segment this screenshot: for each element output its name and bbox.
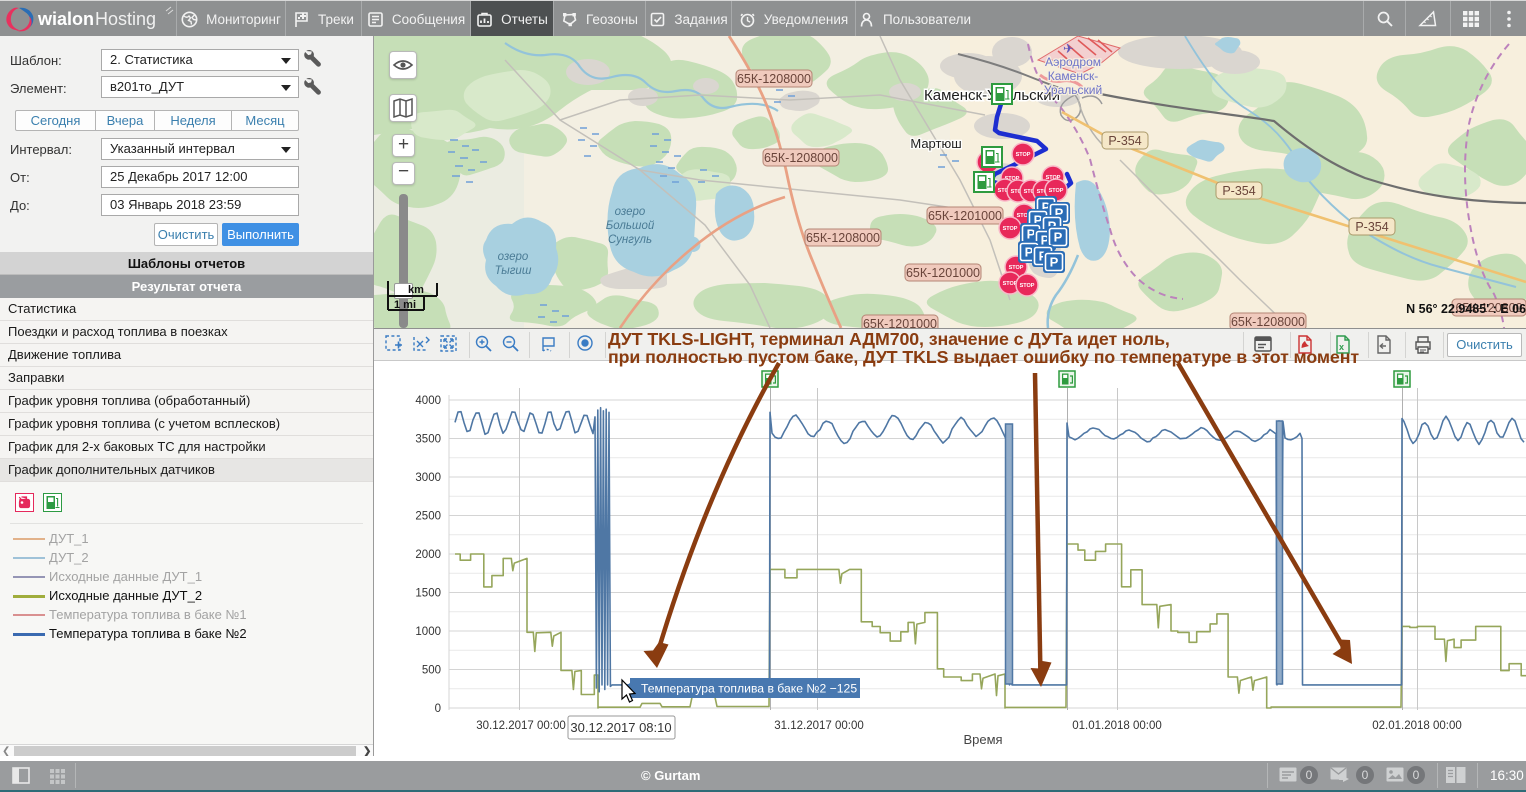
svg-text:0: 0 [435, 703, 441, 715]
svg-text:STOP: STOP [1020, 283, 1035, 289]
svg-text:4000: 4000 [415, 395, 441, 407]
svg-text:STOP: STOP [1049, 188, 1064, 194]
svg-text:1000: 1000 [415, 626, 441, 638]
svg-text:P: P [1050, 255, 1059, 270]
svg-text:озеро: озеро [498, 251, 529, 263]
svg-text:STOP: STOP [1003, 226, 1018, 232]
svg-text:Тыгиш: Тыгиш [495, 265, 532, 277]
svg-text:01.01.2018 00:00: 01.01.2018 00:00 [1072, 720, 1162, 732]
svg-text:Температура топлива в баке №2: Температура топлива в баке №2 −125 [641, 682, 857, 696]
svg-text:✈: ✈ [1063, 41, 1074, 56]
svg-text:65К-1201000: 65К-1201000 [928, 209, 1002, 223]
svg-text:65К-1208000: 65К-1208000 [806, 231, 880, 245]
svg-text:65К-1208000: 65К-1208000 [1231, 315, 1305, 328]
svg-text:Hosting: Hosting [95, 9, 156, 29]
svg-text:65К-1201000: 65К-1201000 [906, 266, 980, 280]
svg-text:Сунгуль: Сунгуль [608, 234, 652, 246]
svg-text:N 56° 22.9485' : E 06: N 56° 22.9485' : E 06 [1406, 302, 1526, 316]
svg-text:STOP: STOP [1009, 265, 1024, 271]
svg-text:2000: 2000 [415, 549, 441, 561]
svg-text:Большой: Большой [606, 220, 655, 232]
svg-text:Аэродром: Аэродром [1045, 55, 1101, 69]
svg-text:wialon: wialon [37, 9, 94, 29]
svg-text:31.12.2017 00:00: 31.12.2017 00:00 [774, 720, 864, 732]
svg-text:1500: 1500 [415, 588, 441, 600]
svg-text:3500: 3500 [415, 434, 441, 446]
svg-text:3000: 3000 [415, 472, 441, 484]
svg-text:65К-1208000: 65К-1208000 [764, 151, 838, 165]
svg-text:Время: Время [963, 732, 1002, 747]
svg-text:500: 500 [422, 665, 441, 677]
svg-text:STOP: STOP [1016, 152, 1031, 158]
svg-text:2500: 2500 [415, 511, 441, 523]
svg-text:Мартюш: Мартюш [910, 136, 961, 151]
svg-text:P: P [1054, 230, 1063, 245]
svg-text:Каменск-: Каменск- [1048, 69, 1098, 83]
svg-text:02.01.2018 00:00: 02.01.2018 00:00 [1372, 720, 1462, 732]
svg-text:30.12.2017 08:10: 30.12.2017 08:10 [570, 720, 671, 735]
svg-text:km: km [408, 284, 424, 296]
svg-text:30.12.2017 00:00: 30.12.2017 00:00 [476, 720, 566, 732]
svg-text:Р-354: Р-354 [1355, 220, 1388, 234]
svg-text:Р-354: Р-354 [1222, 184, 1255, 198]
svg-text:65К-1208000: 65К-1208000 [737, 72, 811, 86]
svg-text:Уральский: Уральский [1044, 83, 1102, 97]
svg-text:Р-354: Р-354 [1108, 134, 1141, 148]
svg-text:1 mi: 1 mi [394, 299, 416, 311]
svg-text:65К-1201000: 65К-1201000 [863, 317, 937, 328]
svg-text:озеро: озеро [615, 206, 646, 218]
